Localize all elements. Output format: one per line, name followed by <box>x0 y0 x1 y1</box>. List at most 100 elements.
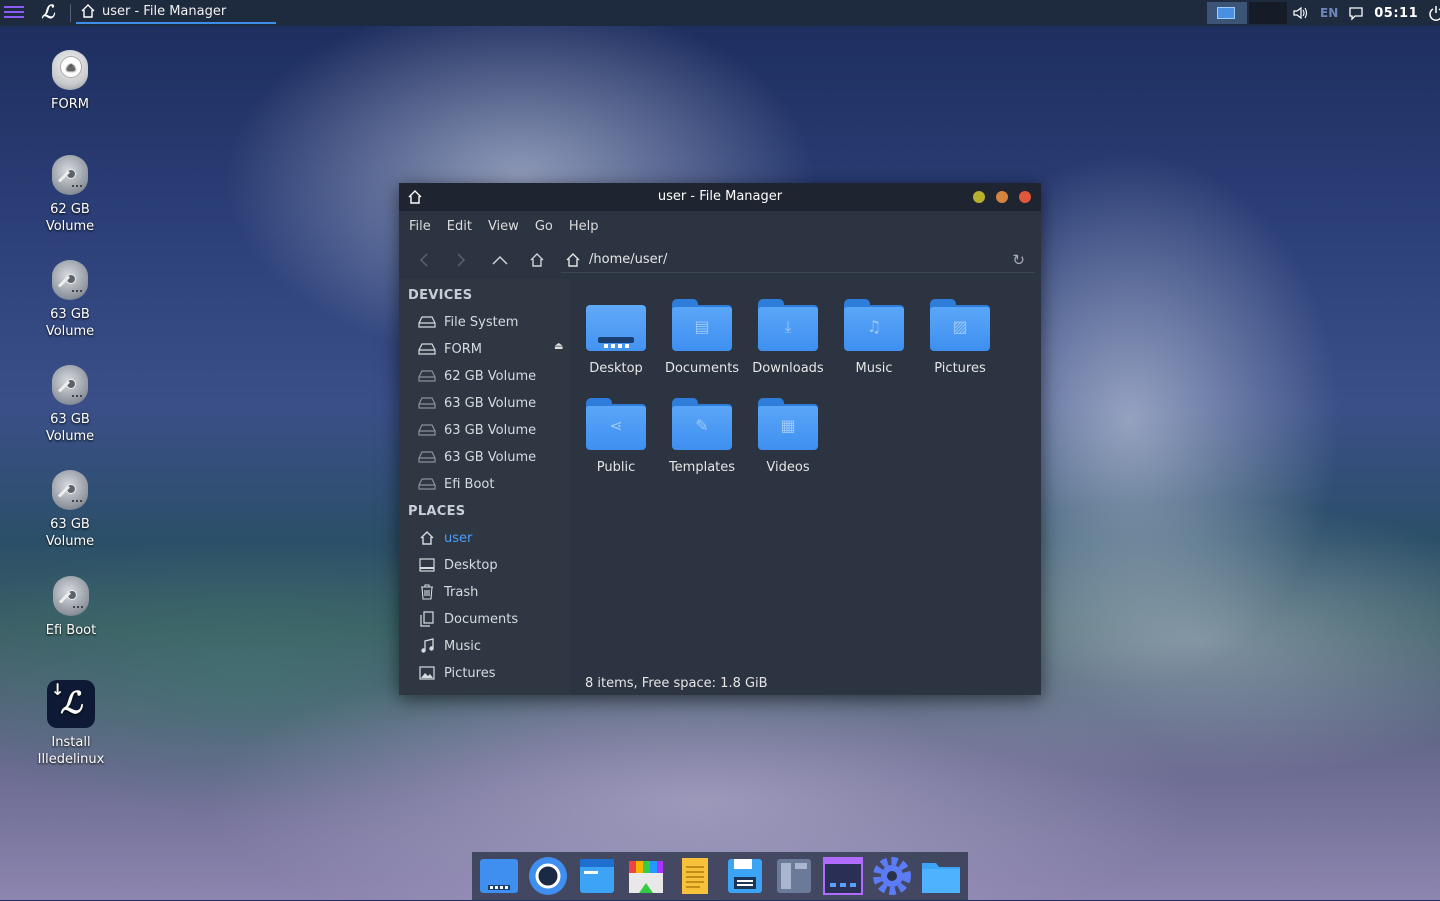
desktop-icon-63gb-volume[interactable]: 63 GB Volume <box>20 365 120 445</box>
sidebar-item-user[interactable]: user <box>418 527 568 549</box>
desktop-icon-label: 63 GB Volume <box>45 307 95 339</box>
desktop-icon-62gb-volume[interactable]: 62 GB Volume <box>20 155 120 235</box>
volume-icon[interactable] <box>1292 5 1310 21</box>
videos-folder-icon: ▦ <box>758 398 818 450</box>
sidebar-item-label: 63 GB Volume <box>444 395 537 411</box>
close-button[interactable] <box>1019 191 1031 203</box>
system-tray: EN 05:11 <box>1292 0 1440 26</box>
downloads-folder-icon: ⤓ <box>758 299 818 351</box>
sidebar-item-label: Pictures <box>444 665 496 681</box>
notifications-icon[interactable] <box>1348 5 1364 21</box>
menu-file[interactable]: File <box>409 219 431 234</box>
sidebar-item-file-system[interactable]: File System <box>418 311 568 333</box>
sidebar-item-63gb-volume[interactable]: 63 GB Volume <box>418 392 568 414</box>
file-item-desktop[interactable]: Desktop <box>573 299 659 376</box>
settings-gear-icon[interactable] <box>871 855 913 897</box>
sidebar-item-63gb-volume[interactable]: 63 GB Volume <box>418 446 568 468</box>
keyboard-layout-indicator[interactable]: EN <box>1320 6 1338 20</box>
desktop-icon-form[interactable]: ⏏ FORM <box>20 50 120 113</box>
terminal-window-icon[interactable] <box>773 855 815 897</box>
desktop-icon-63gb-volume[interactable]: 63 GB Volume <box>20 470 120 550</box>
sidebar-item-label: FORM <box>444 341 482 357</box>
desktop-icon <box>418 557 436 573</box>
removable-drive-icon: ⏏ <box>52 50 88 90</box>
sidebar-item-form[interactable]: FORM <box>418 338 568 360</box>
show-desktop-icon[interactable] <box>478 855 520 897</box>
installer-logo-icon: ↓ ℒ <box>47 680 95 728</box>
home-folder-icon[interactable] <box>920 855 962 897</box>
file-manager-icon[interactable] <box>576 855 618 897</box>
file-view: Desktop ▤ Documents ⤓ Downloads ♫ Music … <box>570 279 1041 671</box>
desktop-icon-label: 63 GB Volume <box>45 517 95 549</box>
file-item-documents[interactable]: ▤ Documents <box>659 299 745 376</box>
workspace-2[interactable] <box>1249 2 1287 24</box>
clock[interactable]: 05:11 <box>1374 6 1418 21</box>
desktop-folder-icon <box>586 299 646 351</box>
status-bar: 8 items, Free space: 1.8 GiB <box>570 671 1041 695</box>
sidebar-item-trash[interactable]: Trash <box>418 581 568 603</box>
sidebar-item-label: user <box>444 530 473 546</box>
desktop-icon-efi-boot[interactable]: Efi Boot <box>21 576 121 639</box>
sidebar-item-label: Music <box>444 638 481 654</box>
menu-view[interactable]: View <box>488 219 519 234</box>
sidebar-item-pictures[interactable]: Pictures <box>418 662 568 684</box>
music-note-icon <box>418 638 436 654</box>
sidebar-item-desktop[interactable]: Desktop <box>418 554 568 576</box>
home-button[interactable] <box>526 249 548 271</box>
file-item-downloads[interactable]: ⤓ Downloads <box>745 299 831 376</box>
sidebar-item-efi-boot[interactable]: Efi Boot <box>418 473 568 495</box>
path-text: /home/user/ <box>589 252 668 267</box>
sidebar-item-62gb-volume[interactable]: 62 GB Volume <box>418 365 568 387</box>
hard-drive-icon <box>52 470 88 510</box>
menu-go[interactable]: Go <box>535 219 553 234</box>
templates-folder-icon: ✎ <box>672 398 732 450</box>
menu-help[interactable]: Help <box>569 219 599 234</box>
home-icon <box>81 4 95 18</box>
file-item-label: Public <box>596 460 636 475</box>
file-item-videos[interactable]: ▦ Videos <box>745 398 831 475</box>
drive-icon <box>418 395 436 411</box>
file-item-pictures[interactable]: ▨ Pictures <box>917 299 1003 376</box>
desktop-icon-label: 63 GB Volume <box>45 412 95 444</box>
hard-drive-icon <box>52 365 88 405</box>
app-store-icon[interactable] <box>625 855 667 897</box>
location-bar[interactable]: /home/user/ ↻ <box>561 247 1035 273</box>
desktop-icon-63gb-volume[interactable]: 63 GB Volume <box>20 260 120 340</box>
drive-icon <box>418 422 436 438</box>
status-text: 8 items, Free space: 1.8 GiB <box>585 675 768 691</box>
file-item-templates[interactable]: ✎ Templates <box>659 398 745 475</box>
sidebar-item-label: Efi Boot <box>444 476 495 492</box>
file-item-music[interactable]: ♫ Music <box>831 299 917 376</box>
minimize-button[interactable] <box>973 191 985 203</box>
file-manager-window: user - File Manager File Edit View Go He… <box>399 183 1041 695</box>
text-editor-icon[interactable] <box>674 855 716 897</box>
file-item-public[interactable]: ⋖ Public <box>573 398 659 475</box>
hard-drive-icon <box>52 260 88 300</box>
taskbar-item-file-manager[interactable]: user - File Manager <box>76 0 276 24</box>
desktop-icon-install[interactable]: ↓ ℒ Install Illedelinux <box>21 680 121 768</box>
browser-icon[interactable] <box>527 855 569 897</box>
trash-icon <box>418 584 436 600</box>
power-icon[interactable] <box>1428 5 1440 21</box>
menu-bar: File Edit View Go Help <box>399 211 1041 241</box>
picture-icon <box>418 665 436 681</box>
reload-icon[interactable]: ↻ <box>1012 251 1025 269</box>
maximize-button[interactable] <box>996 191 1008 203</box>
sidebar-item-label: 63 GB Volume <box>444 449 537 465</box>
parent-folder-button[interactable] <box>489 249 511 271</box>
sidebar-item-music[interactable]: Music <box>418 635 568 657</box>
forward-button[interactable] <box>450 249 472 271</box>
save-disk-icon[interactable] <box>724 855 766 897</box>
menu-edit[interactable]: Edit <box>447 219 472 234</box>
file-item-label: Videos <box>766 460 810 475</box>
workspace-1[interactable] <box>1207 2 1247 24</box>
file-item-label: Templates <box>668 460 736 475</box>
eject-icon[interactable]: ⏏ <box>554 341 563 352</box>
window-switcher-icon[interactable] <box>822 855 864 897</box>
back-button[interactable] <box>413 249 435 271</box>
window-titlebar[interactable]: user - File Manager <box>399 183 1041 211</box>
sidebar-item-63gb-volume[interactable]: 63 GB Volume <box>418 419 568 441</box>
sidebar-item-documents[interactable]: Documents <box>418 608 568 630</box>
distro-launcher-icon[interactable]: ℒ <box>34 1 62 25</box>
applications-menu-icon[interactable] <box>2 3 24 23</box>
